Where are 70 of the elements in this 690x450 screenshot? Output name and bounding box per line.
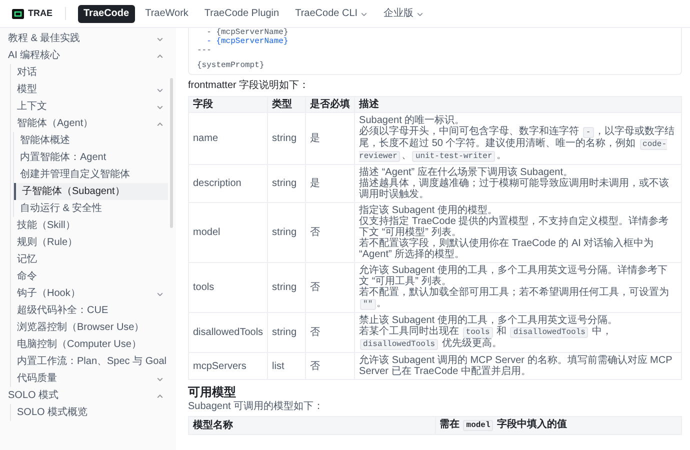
table-cell: 否 (306, 312, 355, 352)
column-header: 需在 model 字段中填入的值 (435, 416, 682, 434)
sidebar-item[interactable]: 记忆 (11, 251, 168, 268)
table-cell: string (268, 164, 306, 202)
column-header: 模型名称 (188, 416, 435, 434)
nav-tab[interactable]: TraeCode (78, 4, 136, 22)
sidebar-item[interactable]: 模型 (11, 81, 168, 98)
description-text: 若某个工具同时出现在 tools 和 disallowedTools 中， disallowedTools 优先级更高。 (359, 326, 614, 350)
nav-tab[interactable]: 企业版 (378, 4, 430, 22)
table-cell: 否 (306, 262, 355, 312)
sidebar-item[interactable]: 代码质量 (11, 370, 168, 387)
nav-tab[interactable]: TraeCode CLI (289, 4, 374, 22)
table-cell: name (188, 112, 268, 164)
table-cell: string (268, 312, 306, 352)
description-text: 禁止该 Subagent 使用的工具，多个工具用英文逗号分隔。 (359, 315, 618, 326)
table-cell: string (268, 112, 306, 164)
sidebar-item[interactable]: 对话 (11, 64, 168, 81)
sidebar-item[interactable]: 内置工作流：Plan、Spec 与 Goal (11, 353, 168, 370)
sidebar-item[interactable]: 超级代码补全：CUE (11, 302, 168, 319)
sidebar-item[interactable]: 内置智能体：Agent (14, 149, 168, 166)
description-text: 允许该 Subagent 调用的 MCP Server 的名称。填写前需确认对应 MCP Server 已在 TraeCode 中配置并启用。 (359, 355, 674, 377)
code-block: - {mcpServerName} - {mcpServerName} --- {systemPrompt} (188, 28, 682, 75)
description-text: 指定该 Subagent 使用的模型。 (359, 205, 498, 216)
sidebar-item[interactable]: 教程 & 最佳实践 (8, 30, 168, 47)
table-cell: 否 (306, 202, 355, 262)
section-text: Subagent 可调用的模型如下： (188, 401, 325, 413)
description-text: 必须以字母开头，中间可包含字母、数字和连字符 - ，以字母或数字结尾，长度不超过 50 个字符。建议使用清晰、唯一的名称，例如 code-reviewer 、 unit-test-writer 。 (359, 126, 676, 162)
table-cell: list (268, 352, 306, 380)
sidebar-item[interactable]: AI 编程核心 (8, 47, 168, 64)
sidebar-item[interactable]: 浏览器控制（Browser Use） (11, 319, 168, 336)
nav-tab[interactable]: TraeCode Plugin (198, 4, 286, 22)
description-text: Subagent 的唯一标识。 (359, 115, 466, 126)
sidebar-item[interactable]: 电脑控制（Computer Use） (11, 336, 168, 353)
table-cell: model (188, 202, 268, 262)
logo-icon (12, 8, 24, 18)
table-cell: string (268, 202, 306, 262)
description-text: 若不配置该字段，则默认使用你在 TraeCode 的 AI 对话输入框中为 “Agent” 所选择的模型。 (359, 238, 655, 260)
table-cell: 是 (306, 164, 355, 202)
section-heading: 可用模型 (188, 385, 237, 400)
intro-text: frontmatter 字段说明如下： (188, 78, 310, 93)
sidebar-item[interactable]: 智能体（Agent） (11, 115, 168, 132)
sidebar-item[interactable]: SOLO 模式概览 (11, 404, 168, 421)
sidebar-item[interactable]: 规则（Rule） (11, 234, 168, 251)
table-cell: mcpServers (188, 352, 268, 380)
table-cell: 是 (306, 112, 355, 164)
table-cell: disallowedTools (188, 312, 268, 352)
sidebar-item[interactable]: SOLO 模式 (8, 387, 168, 404)
table-cell: string (268, 262, 306, 312)
table-cell: description (188, 164, 268, 202)
table-cell: tools (188, 262, 268, 312)
sidebar-item[interactable]: 钩子（Hook） (11, 285, 168, 302)
sidebar-item[interactable]: 技能（Skill） (11, 217, 168, 234)
sidebar-item[interactable]: 创建并管理自定义智能体 (14, 166, 168, 183)
column-header: 类型 (268, 96, 306, 112)
description-text: 描述越具体，调度越准确；过于模糊可能导致应调用时未调用，或不该调用时误触发。 (359, 178, 670, 200)
column-header: 字段 (188, 96, 268, 112)
sidebar-item[interactable]: 智能体概述 (14, 132, 168, 149)
sidebar-item[interactable]: 上下文 (11, 98, 168, 115)
description-text: 若不配置，默认加载全部可用工具；若不希望调用任何工具，可设置为 "" 。 (359, 287, 670, 310)
description-text: 允许该 Subagent 使用的工具，多个工具用英文逗号分隔。详情参考下文 “可用工具” 列表。 (359, 265, 668, 287)
sidebar-item[interactable]: 命令 (11, 268, 168, 285)
sidebar-item[interactable]: 子智能体（Subagent） (14, 183, 168, 200)
logo-text: TRAE (28, 6, 52, 20)
table-cell: 否 (306, 352, 355, 380)
column-header: 是否必填 (306, 96, 355, 112)
description-text: 仅支持指定 TraeCode 提供的内置模型，不支持自定义模型。详情参考下文 “可用模型” 列表。 (359, 216, 670, 238)
nav-tab[interactable]: TraeWork (139, 4, 194, 22)
sidebar-item[interactable]: 自动运行 & 安全性 (14, 200, 168, 217)
column-header: 描述 (354, 96, 682, 112)
description-text: 描述 “Agent” 应在什么场景下调用该 Subagent。 (359, 167, 574, 178)
